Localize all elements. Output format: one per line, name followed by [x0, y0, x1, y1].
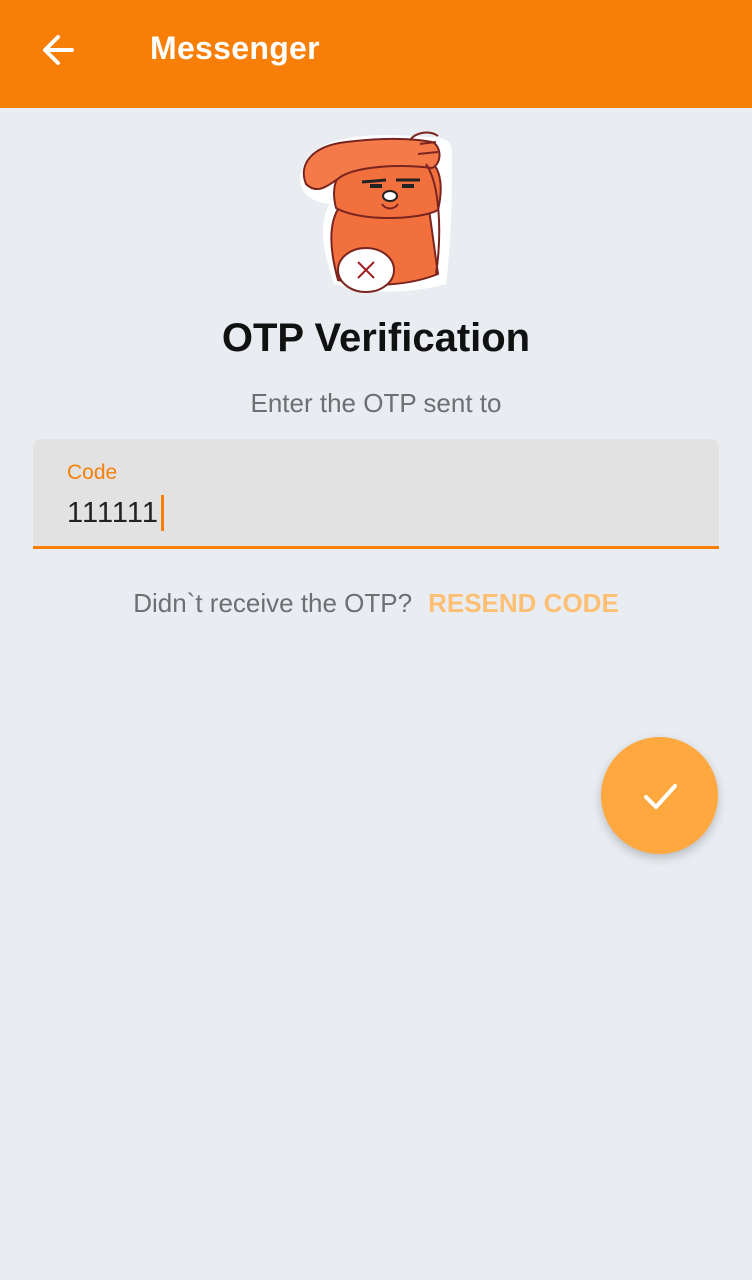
- page-subtitle: Enter the OTP sent to: [250, 388, 502, 418]
- app-title: Messenger: [150, 30, 320, 66]
- app-bar: Messenger: [0, 0, 752, 108]
- code-input-label: Code: [67, 461, 118, 484]
- salute-cat-sticker: [290, 124, 462, 296]
- check-icon: [643, 783, 677, 809]
- resend-code-button[interactable]: RESEND CODE: [428, 588, 619, 619]
- page-title: OTP Verification: [221, 316, 531, 360]
- text-caret: [161, 495, 165, 531]
- arrow-left-icon: [43, 35, 74, 65]
- resend-question: Didn`t receive the OTP?: [133, 588, 413, 618]
- code-input-value: 111111: [67, 496, 160, 529]
- code-input-value-wrap: 111111: [67, 495, 165, 531]
- resend-row: Didn`t receive the OTP? RESEND CODE: [0, 588, 752, 619]
- code-input[interactable]: Code 111111: [33, 439, 719, 549]
- back-button[interactable]: [34, 26, 82, 74]
- confirm-fab-button[interactable]: [601, 737, 718, 854]
